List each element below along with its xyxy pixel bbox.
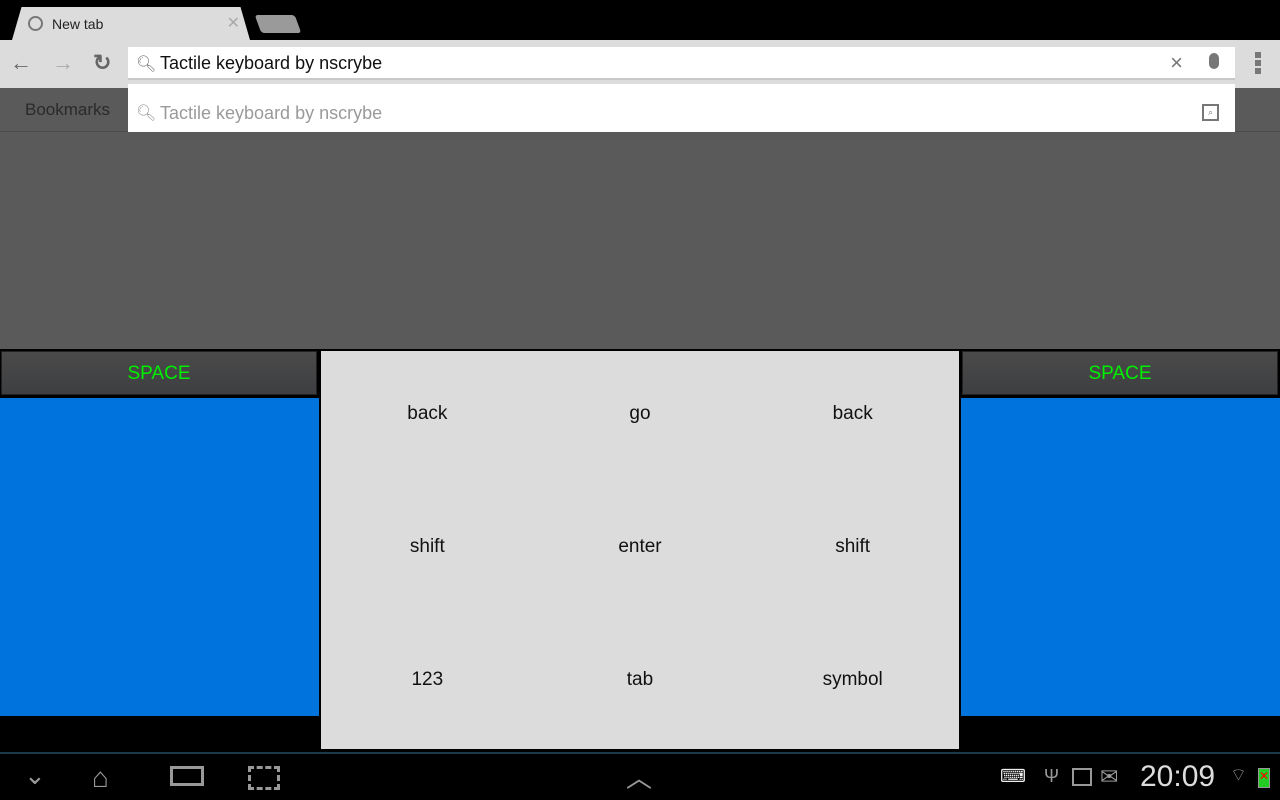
omnibox[interactable]: 🔍︎ Tactile keyboard by nscrybe × [128,47,1235,80]
search-icon: 🔍︎ [136,56,157,73]
system-bar: ⌄ ⌂ ︿ ⌨ Ψ ✉ 20:09 ⌔ ✕ [0,752,1280,800]
tab-title: New tab [52,16,104,32]
toolbar: ← → ↻ 🔍︎ Tactile keyboard by nscrybe × [0,40,1280,88]
close-tab-icon[interactable]: ✕ [227,13,240,33]
usb-icon: Ψ [1044,766,1060,786]
gallery-icon [1072,768,1092,786]
tab-strip: New tab ✕ [0,0,1280,40]
key-shift[interactable]: shift [746,484,959,617]
back-icon[interactable]: ← [10,50,32,76]
email-icon: ✉ [1100,764,1119,789]
key-back[interactable]: back [321,351,534,484]
forward-icon[interactable]: → [52,50,74,76]
space-key-right[interactable]: SPACE [962,351,1278,395]
suggestion-text: Tactile keyboard by nscrybe [160,103,383,123]
mic-icon[interactable] [1209,53,1219,69]
reload-icon[interactable]: ↻ [93,50,111,76]
key-enter[interactable]: enter [534,484,747,617]
key-go[interactable]: go [534,351,747,484]
recent-apps-icon[interactable] [170,766,204,786]
home-icon[interactable]: ⌂ [92,762,109,794]
wifi-icon: ⌔ [1230,765,1247,785]
tab-new-tab[interactable]: New tab ✕ [12,7,250,40]
key-123[interactable]: 123 [321,616,534,749]
key-back[interactable]: back [746,351,959,484]
key-tab[interactable]: tab [534,616,747,749]
new-tab-button[interactable] [254,15,302,33]
omnibox-input[interactable]: Tactile keyboard by nscrybe [160,53,382,74]
tactile-keyboard: SPACE back go back shift enter shift 123… [0,349,1280,753]
hide-keyboard-icon[interactable]: ⌄ [24,760,46,791]
key-shift[interactable]: shift [321,484,534,617]
search-icon: 🔍︎ [136,105,157,122]
clear-icon[interactable]: × [1170,50,1183,76]
up-arrow-icon[interactable]: ︿ [626,758,652,795]
key-symbol[interactable]: symbol [746,616,959,749]
right-touch-panel[interactable] [961,398,1280,716]
keyboard-icon: ⌨ [1000,766,1026,786]
page-content [0,132,1280,349]
screenshot-icon[interactable] [248,766,280,790]
battery-icon: ✕ [1258,768,1270,788]
globe-icon [28,16,43,31]
clock: 20:09 [1140,760,1216,793]
bookmarks-button[interactable]: Bookmarks [25,100,110,120]
menu-icon[interactable] [1255,52,1261,76]
space-key-left[interactable]: SPACE [1,351,317,395]
search-go-icon[interactable]: ⌕ [1202,104,1219,121]
left-touch-panel[interactable] [0,398,319,716]
key-grid: back go back shift enter shift 123 tab s… [321,351,959,749]
